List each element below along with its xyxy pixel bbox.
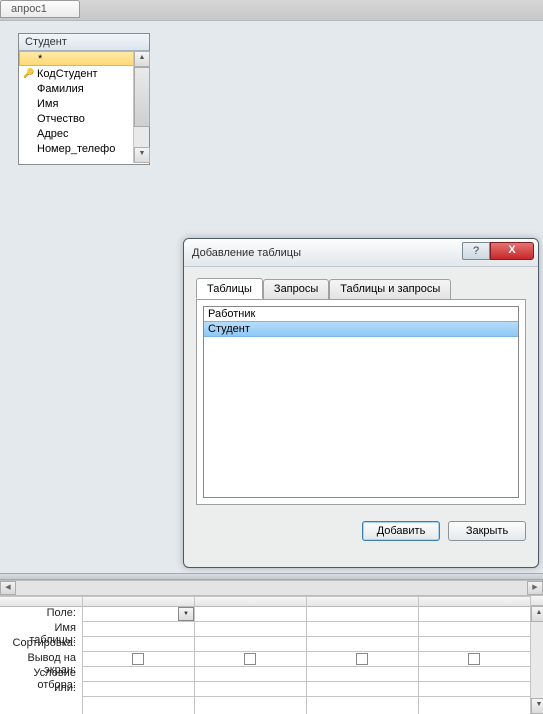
design-cell[interactable] <box>83 667 194 682</box>
show-checkbox[interactable] <box>468 653 480 665</box>
field-name: Имя <box>37 98 58 110</box>
pane-splitter[interactable] <box>0 573 543 580</box>
field-name: * <box>38 53 42 65</box>
query-design-grid: Поле:Имя таблицы:Сортировка:Вывод на экр… <box>0 596 543 714</box>
dialog-tabstrip: ТаблицыЗапросыТаблицы и запросы <box>196 278 526 300</box>
design-cell[interactable] <box>195 607 306 622</box>
design-cell[interactable] <box>419 637 530 652</box>
add-table-dialog: Добавление таблицы ? X ТаблицыЗапросыТаб… <box>183 238 539 568</box>
field-name: КодСтудент <box>37 68 98 80</box>
field-scrollbar[interactable]: ▲ ▼ <box>133 51 149 163</box>
horizontal-scrollbar[interactable]: ◀ ▶ <box>0 580 543 596</box>
hscroll-right-icon[interactable]: ▶ <box>527 581 543 595</box>
design-cell[interactable] <box>83 682 194 697</box>
design-cell[interactable] <box>195 637 306 652</box>
design-cell[interactable] <box>419 667 530 682</box>
design-row-label: Вывод на экран: <box>0 652 82 667</box>
design-column <box>306 597 418 714</box>
design-cell[interactable] <box>83 622 194 637</box>
design-cell[interactable] <box>419 607 530 622</box>
design-column <box>194 597 306 714</box>
column-selector[interactable] <box>83 597 194 607</box>
dialog-tab[interactable]: Таблицы и запросы <box>329 279 451 300</box>
table-box-title: Студент <box>19 34 149 51</box>
dialog-title: Добавление таблицы <box>192 247 301 259</box>
dialog-tab[interactable]: Таблицы <box>196 278 263 299</box>
close-button[interactable]: Закрыть <box>448 521 526 541</box>
design-cell[interactable] <box>419 652 530 667</box>
scroll-down-icon[interactable]: ▼ <box>134 147 150 163</box>
field-row[interactable]: 🔑КодСтудент <box>19 66 135 81</box>
design-cell[interactable] <box>195 667 306 682</box>
dialog-tab[interactable]: Запросы <box>263 279 329 300</box>
dialog-close-button[interactable]: X <box>490 242 534 260</box>
field-name: Отчество <box>37 113 85 125</box>
field-name: Номер_телефо <box>37 143 115 155</box>
show-checkbox[interactable] <box>356 653 368 665</box>
field-name: Фамилия <box>37 83 84 95</box>
hscroll-left-icon[interactable]: ◀ <box>0 581 16 595</box>
design-row-label: Имя таблицы: <box>0 622 82 637</box>
field-list[interactable]: *🔑КодСтудент Фамилия Имя Отчество Адрес Номер… <box>19 51 135 163</box>
show-checkbox[interactable] <box>244 653 256 665</box>
design-cell[interactable] <box>83 652 194 667</box>
design-cell[interactable] <box>307 622 418 637</box>
field-row[interactable]: Имя <box>19 96 135 111</box>
design-cell[interactable] <box>307 652 418 667</box>
query-design-pane: Студент *🔑КодСтудент Фамилия Имя Отчество Ад… <box>0 20 543 575</box>
design-cell[interactable] <box>195 682 306 697</box>
design-cell[interactable] <box>307 637 418 652</box>
dialog-tabpage: РаботникСтудент <box>196 299 526 505</box>
add-button[interactable]: Добавить <box>362 521 440 541</box>
column-selector[interactable] <box>419 597 530 607</box>
scroll-up-icon[interactable]: ▲ <box>531 606 543 622</box>
design-row-label: Условие отбора: <box>0 667 82 682</box>
design-vertical-scrollbar[interactable]: ▲ ▼ <box>530 596 543 714</box>
field-row[interactable]: Отчество <box>19 111 135 126</box>
dialog-table-list[interactable]: РаботникСтудент <box>203 306 519 498</box>
field-row[interactable]: Номер_телефо <box>19 141 135 156</box>
design-cell[interactable] <box>419 622 530 637</box>
table-list-item[interactable]: Студент <box>204 321 518 337</box>
field-row[interactable]: * <box>19 51 135 66</box>
design-row-labels: Поле:Имя таблицы:Сортировка:Вывод на экр… <box>0 596 82 714</box>
field-name: Адрес <box>37 128 69 140</box>
scroll-down-icon[interactable]: ▼ <box>531 698 543 714</box>
field-row[interactable]: Фамилия <box>19 81 135 96</box>
design-cell[interactable] <box>195 622 306 637</box>
design-cell[interactable] <box>307 667 418 682</box>
show-checkbox[interactable] <box>132 653 144 665</box>
scroll-thumb[interactable] <box>134 67 150 127</box>
field-row[interactable]: Адрес <box>19 126 135 141</box>
design-cell[interactable] <box>83 637 194 652</box>
dialog-titlebar[interactable]: Добавление таблицы ? X <box>184 239 538 267</box>
design-cell[interactable]: ▼ <box>83 607 194 622</box>
column-selector[interactable] <box>195 597 306 607</box>
design-column: ▼ <box>82 597 194 714</box>
table-list-item[interactable]: Работник <box>204 307 518 321</box>
design-cell[interactable] <box>419 682 530 697</box>
design-row-label: Сортировка: <box>0 637 82 652</box>
design-cell[interactable] <box>307 682 418 697</box>
primary-key-icon: 🔑 <box>23 68 37 79</box>
scroll-up-icon[interactable]: ▲ <box>134 51 150 67</box>
design-cell[interactable] <box>195 652 306 667</box>
field-dropdown-button[interactable]: ▼ <box>178 607 194 621</box>
document-tab[interactable]: апрос1 <box>0 0 80 18</box>
design-cell[interactable] <box>307 607 418 622</box>
design-column <box>418 597 530 714</box>
document-tabbar: апрос1 <box>0 0 543 20</box>
table-box-student[interactable]: Студент *🔑КодСтудент Фамилия Имя Отчество Ад… <box>18 33 150 165</box>
dialog-help-button[interactable]: ? <box>462 242 490 260</box>
design-columns: ▼ <box>82 596 530 714</box>
design-row-label: Поле: <box>0 607 82 622</box>
column-selector[interactable] <box>307 597 418 607</box>
